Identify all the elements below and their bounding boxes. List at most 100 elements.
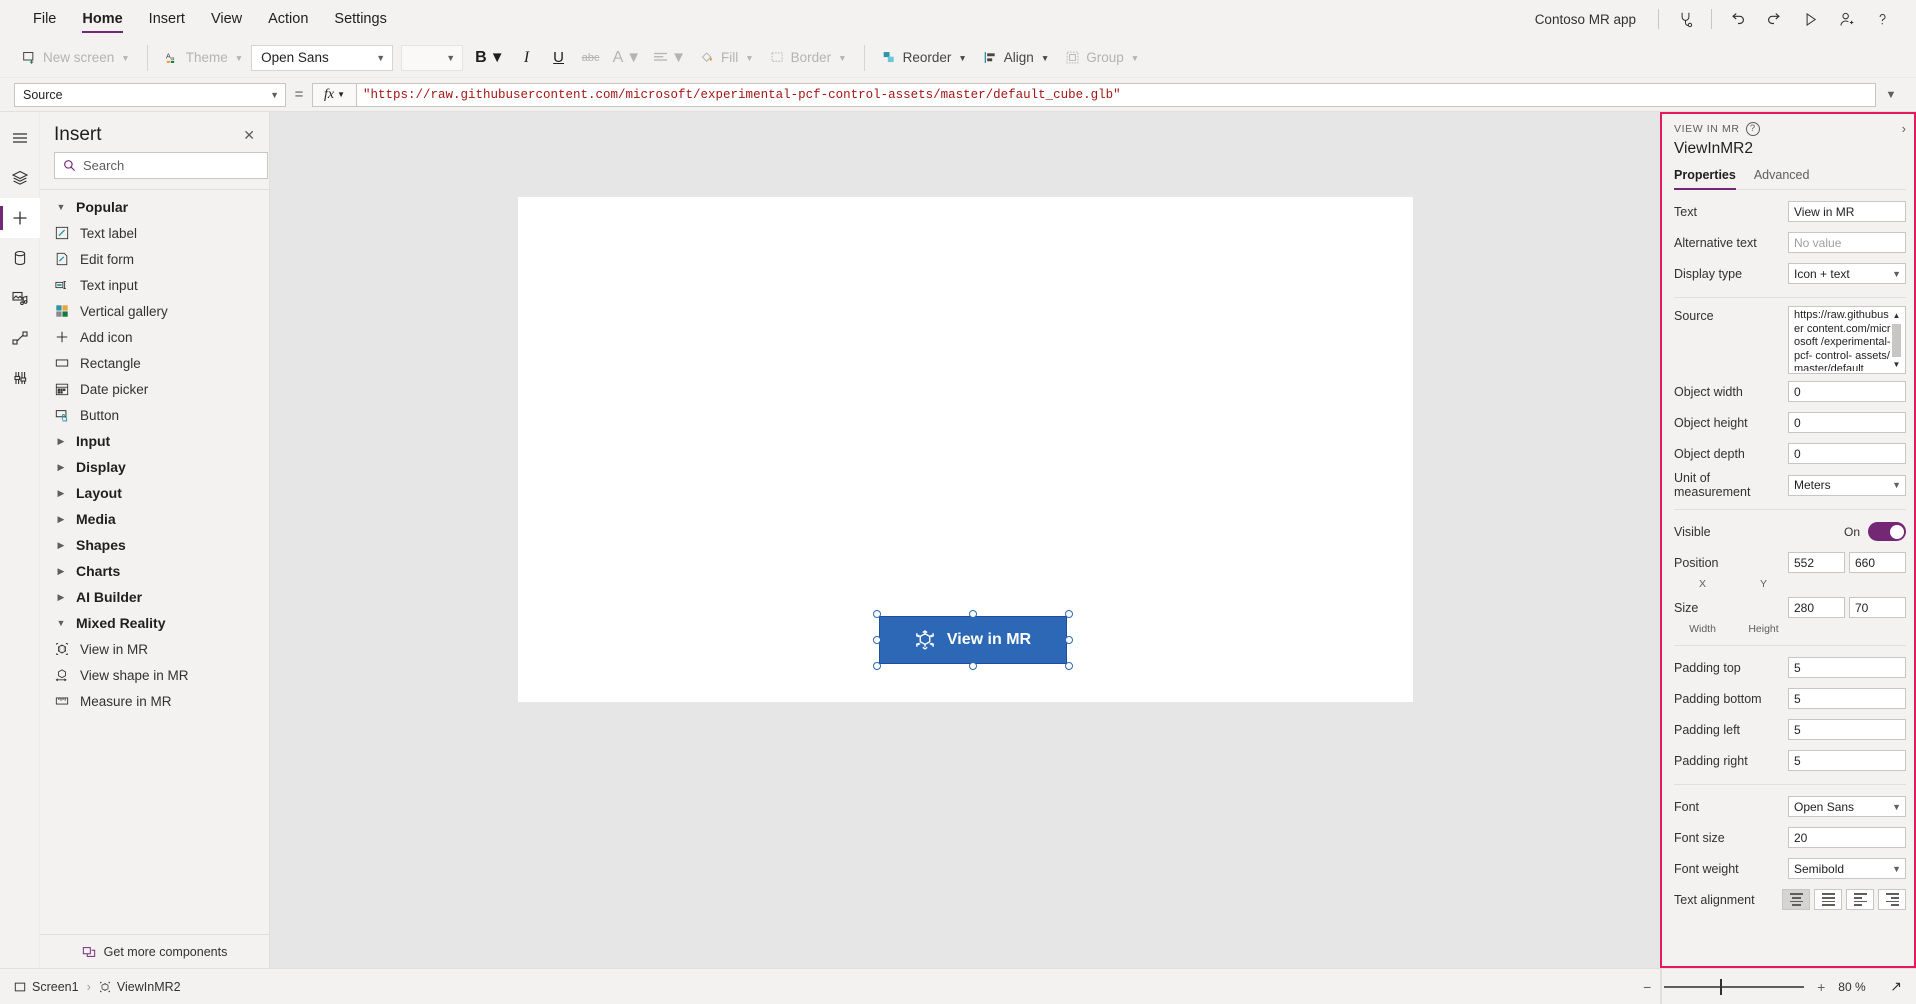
theme-button[interactable]: A a Theme ▼ xyxy=(157,43,251,73)
tab-properties[interactable]: Properties xyxy=(1674,168,1736,190)
bold-button[interactable]: B ▼ xyxy=(469,43,510,73)
visible-toggle[interactable] xyxy=(1868,522,1906,541)
resize-handle-s[interactable] xyxy=(968,662,977,670)
canvas-area[interactable]: View in MR xyxy=(270,112,1660,968)
font-size-select[interactable]: ▼ xyxy=(401,44,464,71)
display-type-select[interactable]: Icon + text ▼ xyxy=(1788,263,1906,284)
variables-icon[interactable] xyxy=(0,358,40,398)
scroll-up-icon[interactable]: ▲ xyxy=(1893,309,1901,323)
menu-item-file[interactable]: File xyxy=(20,0,69,38)
source-input[interactable]: https://raw.githubuser content.com/micro… xyxy=(1788,306,1906,374)
insert-group-popular[interactable]: ▼ Popular xyxy=(40,194,269,220)
preview-play-icon[interactable] xyxy=(1792,3,1828,35)
alternative-text-input[interactable]: No value xyxy=(1788,232,1906,253)
menu-item-home[interactable]: Home xyxy=(69,0,135,38)
italic-button[interactable]: I xyxy=(511,43,543,73)
position-x-input[interactable]: 552 xyxy=(1788,552,1845,573)
insert-group-display[interactable]: ▶ Display xyxy=(40,454,269,480)
close-icon[interactable]: ✕ xyxy=(239,124,259,146)
object-height-input[interactable]: 0 xyxy=(1788,412,1906,433)
breadcrumb-screen[interactable]: Screen1 xyxy=(8,980,85,994)
padding-right-input[interactable]: 5 xyxy=(1788,750,1906,771)
align-justify-button[interactable] xyxy=(1814,889,1842,910)
underline-button[interactable]: U xyxy=(543,43,575,73)
insert-group-mixed-reality[interactable]: ▼ Mixed Reality xyxy=(40,610,269,636)
insert-group-shapes[interactable]: ▶ Shapes xyxy=(40,532,269,558)
resize-handle-ne[interactable] xyxy=(1064,610,1073,618)
insert-icon[interactable] xyxy=(0,198,40,238)
group-button[interactable]: Group ▼ xyxy=(1057,43,1147,73)
help-icon[interactable]: ? xyxy=(1745,121,1760,136)
align-left-button[interactable] xyxy=(1846,889,1874,910)
source-scrollbar[interactable]: ▲ ▼ xyxy=(1891,309,1902,371)
unit-select[interactable]: Meters ▼ xyxy=(1788,474,1906,496)
font-weight-select[interactable]: Semibold ▼ xyxy=(1788,858,1906,879)
insert-group-ai-builder[interactable]: ▶ AI Builder xyxy=(40,584,269,610)
padding-top-input[interactable]: 5 xyxy=(1788,657,1906,678)
property-select[interactable]: Source ▼ xyxy=(14,82,286,107)
align-button[interactable]: Align ▼ xyxy=(975,43,1057,73)
formula-expand-icon[interactable]: ▼ xyxy=(1876,89,1906,101)
insert-item-date-picker[interactable]: Date picker xyxy=(40,376,269,402)
insert-item-edit-form[interactable]: Edit form xyxy=(40,246,269,272)
reorder-button[interactable]: Reorder ▼ xyxy=(874,43,975,73)
power-automate-icon[interactable] xyxy=(0,318,40,358)
align-center-button[interactable] xyxy=(1782,889,1810,910)
resize-handle-se[interactable] xyxy=(1064,662,1073,670)
new-screen-button[interactable]: New screen ▼ xyxy=(14,43,138,73)
object-depth-input[interactable]: 0 xyxy=(1788,443,1906,464)
resize-handle-e[interactable] xyxy=(1064,636,1073,644)
scroll-down-icon[interactable]: ▼ xyxy=(1893,358,1901,372)
app-screen-canvas[interactable]: View in MR xyxy=(517,197,1413,702)
font-color-button[interactable]: A ▼ xyxy=(607,43,648,73)
font-size-input[interactable]: 20 xyxy=(1788,827,1906,848)
insert-group-charts[interactable]: ▶ Charts xyxy=(40,558,269,584)
app-checker-icon[interactable] xyxy=(1667,3,1703,35)
insert-item-add-icon[interactable]: Add icon xyxy=(40,324,269,350)
insert-item-rectangle[interactable]: Rectangle xyxy=(40,350,269,376)
text-align-button[interactable]: ▼ xyxy=(647,43,692,73)
insert-item-view-in-mr[interactable]: View in MR xyxy=(40,636,269,662)
size-height-input[interactable]: 70 xyxy=(1849,597,1906,618)
padding-left-input[interactable]: 5 xyxy=(1788,719,1906,740)
menu-item-view[interactable]: View xyxy=(198,0,255,38)
size-width-input[interactable]: 280 xyxy=(1788,597,1845,618)
align-right-button[interactable] xyxy=(1878,889,1906,910)
font-family-select[interactable]: Open Sans ▼ xyxy=(251,44,394,71)
undo-icon[interactable] xyxy=(1720,3,1756,35)
text-input[interactable]: View in MR xyxy=(1788,201,1906,222)
hamburger-menu-icon[interactable] xyxy=(0,118,40,158)
breadcrumb-control[interactable]: ViewInMR2 xyxy=(93,980,187,994)
zoom-out-button[interactable]: − xyxy=(1640,979,1654,995)
fill-button[interactable]: Fill ▼ xyxy=(692,43,762,73)
padding-bottom-input[interactable]: 5 xyxy=(1788,688,1906,709)
insert-group-layout[interactable]: ▶ Layout xyxy=(40,480,269,506)
media-icon[interactable] xyxy=(0,278,40,318)
insert-item-button[interactable]: Button xyxy=(40,402,269,428)
insert-item-measure-in-mr[interactable]: Measure in MR xyxy=(40,688,269,714)
search-box[interactable] xyxy=(54,152,268,179)
insert-item-vertical-gallery[interactable]: Vertical gallery xyxy=(40,298,269,324)
redo-icon[interactable] xyxy=(1756,3,1792,35)
resize-handle-sw[interactable] xyxy=(872,662,881,670)
font-select[interactable]: Open Sans ▼ xyxy=(1788,796,1906,817)
insert-group-media[interactable]: ▶ Media xyxy=(40,506,269,532)
collapse-panel-icon[interactable]: › xyxy=(1902,121,1906,136)
fx-button[interactable]: fx ▼ xyxy=(312,82,356,107)
border-button[interactable]: Border ▼ xyxy=(762,43,855,73)
share-icon[interactable] xyxy=(1828,3,1864,35)
scrollbar-thumb[interactable] xyxy=(1892,323,1901,357)
tree-view-icon[interactable] xyxy=(0,158,40,198)
position-y-input[interactable]: 660 xyxy=(1849,552,1906,573)
get-more-components-button[interactable]: Get more components xyxy=(40,934,269,968)
menu-item-insert[interactable]: Insert xyxy=(136,0,198,38)
search-input[interactable] xyxy=(83,158,259,173)
object-width-input[interactable]: 0 xyxy=(1788,381,1906,402)
view-in-mr-control[interactable]: View in MR xyxy=(878,616,1067,664)
insert-item-view-shape-in-mr[interactable]: View shape in MR xyxy=(40,662,269,688)
menu-item-action[interactable]: Action xyxy=(255,0,321,38)
insert-item-text-input[interactable]: Text input xyxy=(40,272,269,298)
formula-input[interactable]: "https://raw.githubusercontent.com/micro… xyxy=(356,82,1876,107)
insert-item-text-label[interactable]: Text label xyxy=(40,220,269,246)
insert-group-input[interactable]: ▶ Input xyxy=(40,428,269,454)
